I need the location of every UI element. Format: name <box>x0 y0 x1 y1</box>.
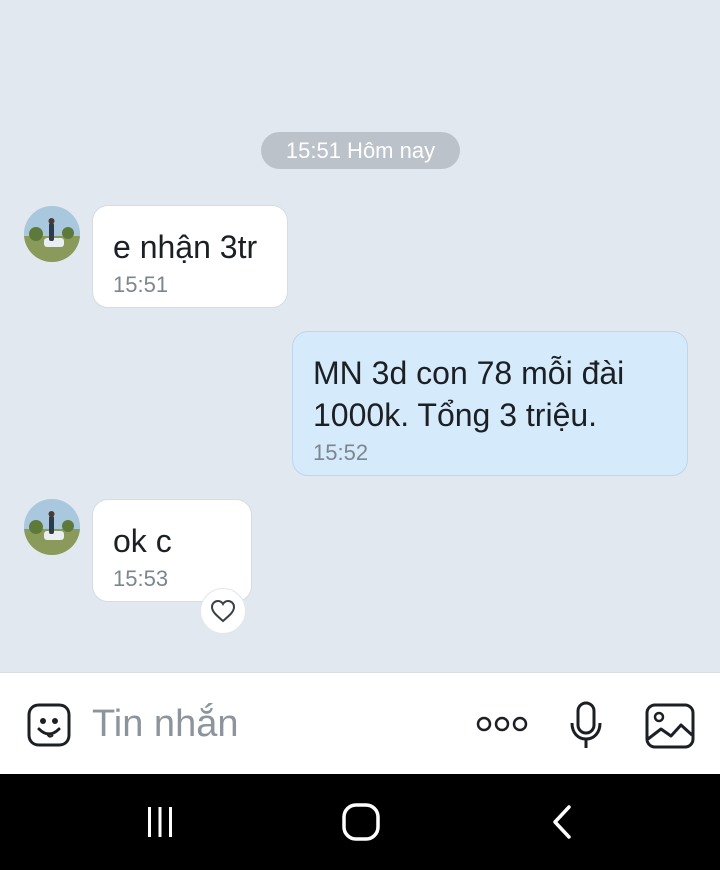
system-navigation-bar <box>0 774 720 870</box>
message-composer <box>0 672 720 774</box>
more-options-icon[interactable] <box>474 710 530 738</box>
date-separator: 15:51 Hôm nay <box>261 132 460 169</box>
react-heart-button[interactable] <box>200 588 246 634</box>
recent-apps-icon[interactable] <box>140 804 180 840</box>
message-timestamp: 15:53 <box>113 566 169 591</box>
contact-avatar[interactable] <box>24 499 80 555</box>
contact-avatar[interactable] <box>24 206 80 262</box>
message-input[interactable] <box>92 699 452 749</box>
home-icon[interactable] <box>340 802 382 842</box>
message-timestamp: 15:52 <box>313 440 369 465</box>
message-text: e nhận 3tr <box>113 229 258 265</box>
message-bubble-incoming[interactable]: e nhận 3tr 15:51 <box>92 205 288 308</box>
message-bubble-outgoing[interactable]: MN 3d con 78 mỗi đài 1000k. Tổng 3 triệu… <box>292 331 688 476</box>
message-bubble-incoming[interactable]: ok c 15:53 <box>92 499 252 602</box>
message-text: MN 3d con 78 mỗi đài 1000k. Tổng 3 triệu… <box>313 355 625 433</box>
chat-area[interactable]: 15:51 Hôm nay e nhận 3tr 15:51 MN 3d con… <box>0 0 720 672</box>
message-text: ok c <box>113 523 172 559</box>
heart-icon <box>210 599 236 623</box>
back-icon[interactable] <box>546 802 578 842</box>
sticker-icon[interactable] <box>24 700 74 750</box>
message-timestamp: 15:51 <box>113 272 169 297</box>
image-icon[interactable] <box>644 701 696 751</box>
microphone-icon[interactable] <box>566 701 606 751</box>
